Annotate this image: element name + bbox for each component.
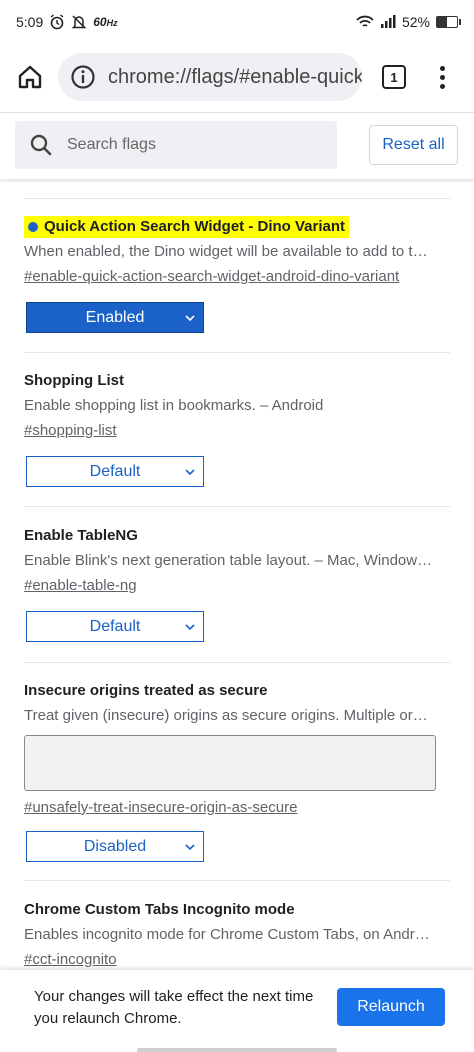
flag-state-select[interactable]: Default <box>26 611 204 642</box>
divider <box>24 198 450 199</box>
menu-dot-icon <box>439 83 445 89</box>
wifi-icon <box>356 15 374 27</box>
search-input[interactable] <box>65 135 309 155</box>
flag-state-select[interactable]: Disabled <box>26 831 204 862</box>
battery-percent: 52% <box>401 14 430 30</box>
chevron-down-icon <box>185 469 195 476</box>
chevron-down-icon <box>185 624 195 631</box>
tab-count: 1 <box>382 65 406 89</box>
alarm-icon <box>50 14 64 30</box>
info-icon[interactable] <box>70 64 96 90</box>
relaunch-bar: Your changes will take effect the next t… <box>0 970 474 1052</box>
search-header: Reset all <box>0 112 474 179</box>
flag-item: Quick Action Search Widget - Dino Varian… <box>24 216 450 333</box>
home-button[interactable] <box>2 49 58 105</box>
chevron-down-icon <box>185 844 195 851</box>
flag-description: Enables incognito mode for Chrome Custom… <box>24 926 430 943</box>
refresh-rate-value: 60 <box>93 15 107 29</box>
flag-title: Enable TableNG <box>24 527 138 544</box>
search-icon <box>30 134 52 156</box>
flag-anchor-link[interactable]: #cct-incognito <box>24 949 450 970</box>
flag-anchor-link[interactable]: #enable-table-ng <box>24 575 450 597</box>
flag-item: Shopping List Enable shopping list in bo… <box>24 370 450 487</box>
browser-toolbar: chrome://flags/#enable-quick 1 <box>0 44 474 110</box>
flag-item: Insecure origins treated as secure Treat… <box>24 680 450 862</box>
flag-anchor-link[interactable]: #unsafely-treat-insecure-origin-as-secur… <box>24 797 450 819</box>
flag-title: Chrome Custom Tabs Incognito mode <box>24 901 295 918</box>
relaunch-button[interactable]: Relaunch <box>337 988 445 1026</box>
flag-title: Shopping List <box>24 372 124 389</box>
flag-state-select[interactable]: Default <box>26 456 204 487</box>
url-text[interactable]: chrome://flags/#enable-quick <box>108 66 362 89</box>
home-icon <box>18 65 42 89</box>
refresh-rate: 60Hz <box>93 15 117 29</box>
divider <box>24 506 450 507</box>
status-right: 52% <box>356 14 461 30</box>
status-bar: 5:09 60Hz 52% <box>0 0 474 44</box>
address-bar[interactable]: chrome://flags/#enable-quick <box>58 53 362 101</box>
signal-icon <box>380 15 396 28</box>
search-box[interactable] <box>15 121 337 169</box>
divider <box>24 352 450 353</box>
flags-list: Quick Action Search Widget - Dino Varian… <box>0 178 474 970</box>
flag-description: Treat given (insecure) origins as secure… <box>24 707 428 724</box>
menu-dot-icon <box>439 74 445 80</box>
flag-description: When enabled, the Dino widget will be av… <box>24 243 428 260</box>
divider <box>24 880 450 881</box>
flag-item: Enable TableNG Enable Blink's next gener… <box>24 525 450 642</box>
flag-state-value: Default <box>89 462 141 480</box>
flag-state-value: Default <box>89 617 141 635</box>
flag-title: Quick Action Search Widget - Dino Varian… <box>24 216 350 238</box>
flag-state-value: Enabled <box>85 308 145 326</box>
origins-textarea[interactable] <box>24 735 436 791</box>
battery-fill <box>437 17 448 27</box>
flag-state-value: Disabled <box>83 837 147 855</box>
active-dot-icon <box>28 222 38 232</box>
status-left: 5:09 60Hz <box>16 14 118 30</box>
battery-icon <box>436 16 461 28</box>
chevron-down-icon <box>185 315 195 322</box>
refresh-rate-unit: Hz <box>106 18 118 28</box>
flag-description: Enable shopping list in bookmarks. – And… <box>24 397 324 414</box>
tab-switcher-button[interactable]: 1 <box>366 49 422 105</box>
flag-item: Chrome Custom Tabs Incognito mode Enable… <box>24 899 450 970</box>
more-menu-button[interactable] <box>422 49 462 105</box>
status-time: 5:09 <box>16 14 44 30</box>
flag-state-select[interactable]: Enabled <box>26 302 204 333</box>
flag-anchor-link[interactable]: #shopping-list <box>24 420 450 442</box>
menu-dot-icon <box>439 65 445 71</box>
reset-all-button[interactable]: Reset all <box>369 125 458 165</box>
flag-title: Insecure origins treated as secure <box>24 682 268 699</box>
flag-title-text: Quick Action Search Widget - Dino Varian… <box>44 218 346 235</box>
flag-description: Enable Blink's next generation table lay… <box>24 552 433 569</box>
notifications-off-icon <box>71 15 87 29</box>
relaunch-message: Your changes will take effect the next t… <box>34 988 314 1027</box>
flag-anchor-link[interactable]: #enable-quick-action-search-widget-andro… <box>24 266 450 288</box>
gesture-bar[interactable] <box>137 1048 337 1052</box>
divider <box>24 662 450 663</box>
